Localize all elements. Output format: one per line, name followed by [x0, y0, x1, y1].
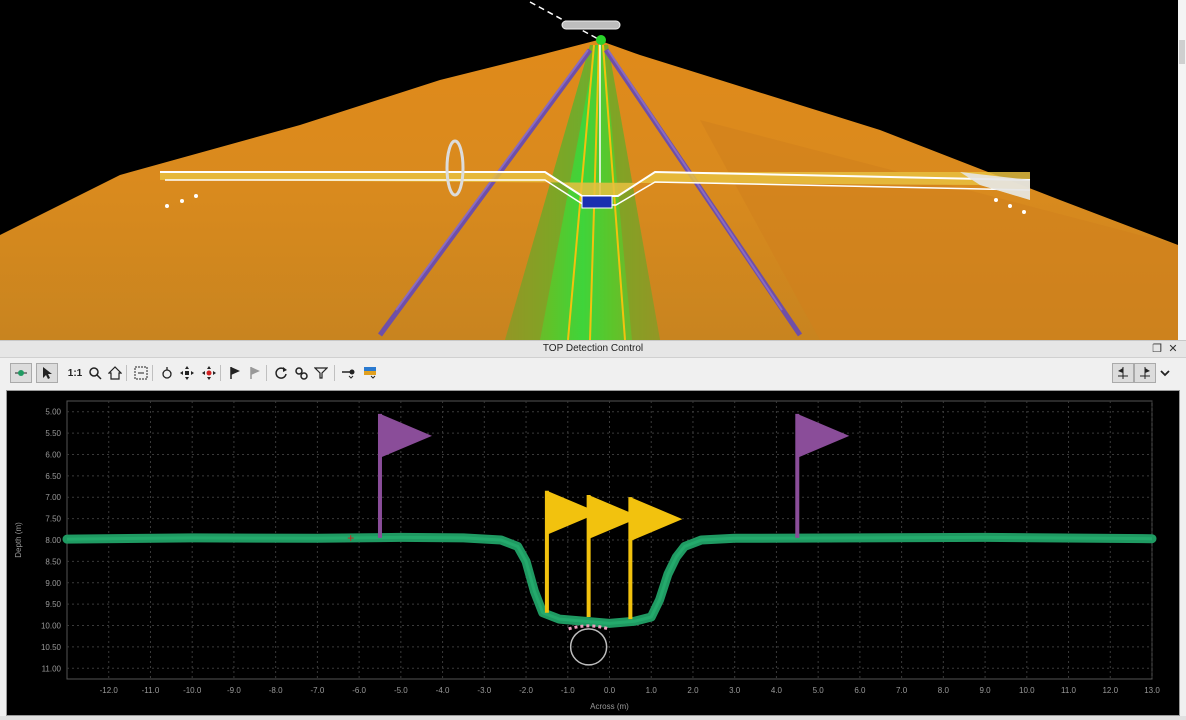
- x-axis-label: Across (m): [590, 702, 629, 711]
- x-tick-label: 0.0: [604, 686, 616, 695]
- x-tick-label: 3.0: [729, 686, 741, 695]
- vessel-icon: [561, 20, 621, 30]
- chart-canvas[interactable]: -12.0 -11.0 -10.0 -9.0 -8.0 -7.0 -6.0 -5.0 -4.0 -…: [7, 391, 1179, 715]
- color-dropdown-icon[interactable]: [362, 363, 380, 383]
- dot: [1022, 210, 1026, 214]
- x-tick-label: -8.0: [269, 686, 283, 695]
- x-tick-label: -1.0: [561, 686, 575, 695]
- flag-remove-icon[interactable]: [246, 363, 264, 383]
- flag-left-icon[interactable]: [1112, 363, 1134, 383]
- toolbar: 1:1: [0, 358, 1186, 388]
- detected-flag: [630, 497, 683, 542]
- pan-icon[interactable]: [178, 363, 196, 383]
- target-dropdown-icon[interactable]: [340, 363, 358, 383]
- x-tick-label: -9.0: [227, 686, 241, 695]
- panel-title-bar: TOP Detection Control ❐ ✕: [0, 340, 1186, 358]
- x-tick-label: -5.0: [394, 686, 408, 695]
- y-tick-label: 7.50: [45, 515, 61, 524]
- x-tick-label: -12.0: [100, 686, 119, 695]
- dot: [994, 198, 998, 202]
- x-tick-label: 9.0: [980, 686, 992, 695]
- x-tick-label: -10.0: [183, 686, 202, 695]
- scale-1to1-button[interactable]: 1:1: [66, 363, 84, 383]
- x-tick-label: -4.0: [436, 686, 450, 695]
- panel-title: TOP Detection Control: [542, 343, 644, 354]
- pipe-marker: [581, 195, 613, 209]
- toggle-display-icon[interactable]: [10, 363, 32, 383]
- zoom-icon[interactable]: [86, 363, 104, 383]
- 3d-seabed-view[interactable]: [0, 0, 1186, 340]
- close-icon[interactable]: ✕: [1166, 342, 1180, 355]
- dot: [1008, 204, 1012, 208]
- vessel-position-icon: [596, 35, 606, 45]
- manual-flag: [379, 413, 432, 458]
- seabed-profile-core: [66, 535, 1153, 625]
- y-tick-label: 11.00: [42, 664, 62, 673]
- y-tick-label: 8.00: [45, 536, 61, 545]
- x-tick-label: -11.0: [142, 686, 160, 695]
- y-tick-label: 8.50: [45, 557, 61, 566]
- x-tick-label: 1.0: [646, 686, 658, 695]
- restore-window-icon[interactable]: ❐: [1150, 342, 1164, 355]
- home-icon[interactable]: [106, 363, 124, 383]
- pointer-icon[interactable]: [36, 363, 58, 383]
- x-tick-label: 11.0: [1061, 686, 1077, 695]
- x-tick-label: 7.0: [896, 686, 908, 695]
- pin-icon[interactable]: [158, 363, 176, 383]
- bottom-strip: [0, 716, 1186, 720]
- y-tick-label: 10.00: [41, 622, 62, 631]
- y-tick-label: 6.50: [45, 472, 61, 481]
- cross-section-plot[interactable]: -12.0 -11.0 -10.0 -9.0 -8.0 -7.0 -6.0 -5.0 -4.0 -…: [6, 390, 1180, 716]
- seabed-profile: [62, 532, 1157, 628]
- y-tick-label: 9.00: [45, 579, 61, 588]
- x-tick-label: 13.0: [1144, 686, 1160, 695]
- x-tick-label: 5.0: [813, 686, 825, 695]
- move-points-icon[interactable]: [200, 363, 218, 383]
- x-tick-label: 2.0: [687, 686, 699, 695]
- dot: [180, 199, 184, 203]
- filter-icon[interactable]: [312, 363, 330, 383]
- x-tick-label: 10.0: [1019, 686, 1035, 695]
- x-tick-label: 8.0: [938, 686, 950, 695]
- x-tick-label: 12.0: [1102, 686, 1118, 695]
- 3d-seabed-canvas[interactable]: [0, 0, 1186, 340]
- zoom-region-icon[interactable]: [132, 363, 150, 383]
- y-tick-label: 9.50: [45, 600, 61, 609]
- chevron-down-icon[interactable]: [1156, 363, 1174, 383]
- scrollbar[interactable]: [1178, 0, 1186, 340]
- flag-right-icon[interactable]: [1134, 363, 1156, 383]
- dot: [165, 204, 169, 208]
- y-axis-label: Depth (m): [14, 522, 23, 558]
- x-tick-label: -2.0: [519, 686, 533, 695]
- y-tick-label: 7.00: [45, 493, 61, 502]
- x-tick-label: -6.0: [352, 686, 366, 695]
- settings-icon[interactable]: [292, 363, 310, 383]
- y-tick-label: 6.00: [45, 450, 61, 459]
- y-tick-label: 5.50: [45, 429, 61, 438]
- y-tick-label: 10.50: [41, 643, 62, 652]
- x-tick-label: -7.0: [310, 686, 324, 695]
- x-tick-label: -3.0: [477, 686, 491, 695]
- refresh-icon[interactable]: [272, 363, 290, 383]
- x-tick-label: 6.0: [854, 686, 866, 695]
- x-tick-label: 4.0: [771, 686, 783, 695]
- plus-marker: +: [347, 531, 354, 545]
- flag-add-icon[interactable]: [226, 363, 244, 383]
- dot: [194, 194, 198, 198]
- y-tick-label: 5.00: [45, 408, 61, 417]
- manual-flag: [797, 413, 850, 458]
